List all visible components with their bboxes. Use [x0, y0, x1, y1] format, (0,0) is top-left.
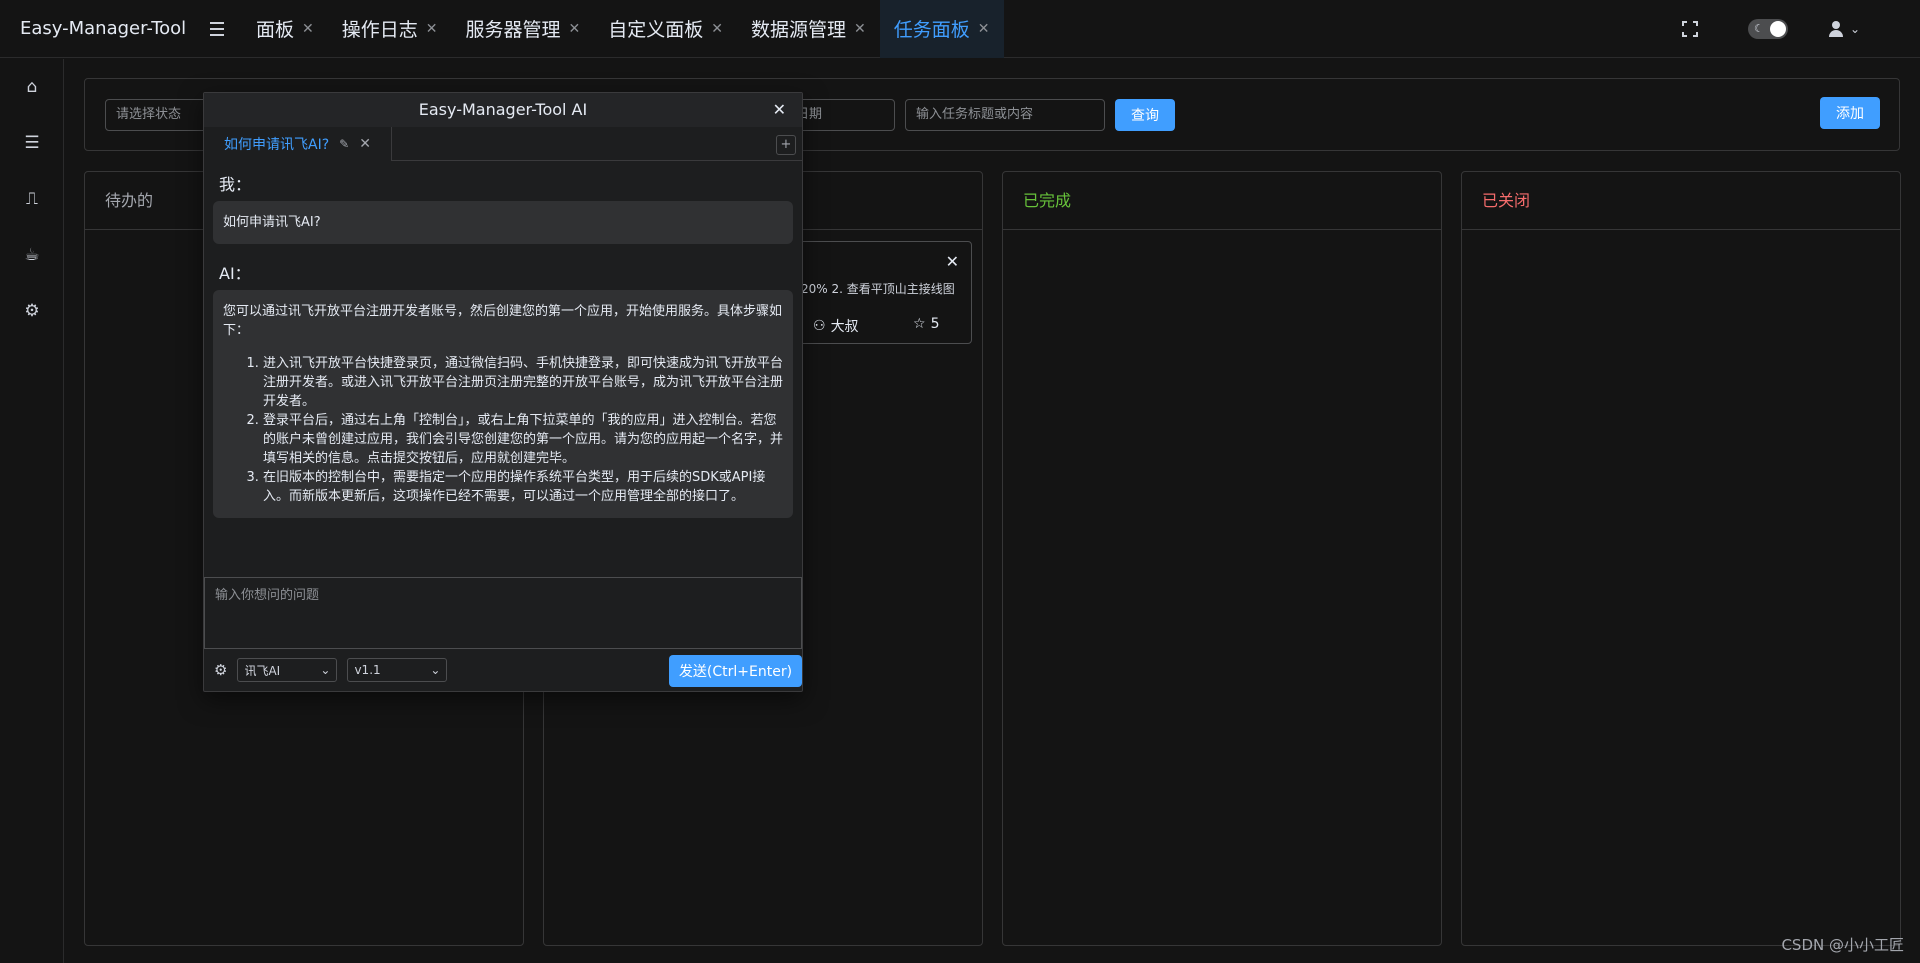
ai-dialog: Easy-Manager-Tool AI ✕ 如何申请讯飞AI? ✎ ✕ + 我… [203, 92, 803, 692]
query-button[interactable]: 查询 [1115, 99, 1175, 131]
watermark: CSDN @小小工匠 [1781, 936, 1904, 954]
gear-icon[interactable]: ⚙ [0, 283, 64, 339]
add-tab-icon[interactable]: + [776, 135, 796, 155]
ai-tab-bar: 如何申请讯飞AI? ✎ ✕ + [204, 127, 802, 161]
close-icon[interactable]: ✕ [854, 21, 866, 37]
user-outline-icon: ⚇ [813, 318, 826, 334]
tab-label: 面板 [256, 19, 295, 41]
close-icon[interactable]: ✕ [711, 21, 723, 37]
monitor-icon[interactable]: ⎍ [0, 171, 64, 227]
star-icon: ☆ [913, 316, 926, 332]
task-stars: ☆ 5 [913, 316, 939, 332]
question-input[interactable]: 输入你想问的问题 [204, 577, 802, 649]
close-icon[interactable]: ✕ [359, 136, 371, 152]
ai-tab-label: 如何申请讯飞AI? [224, 137, 330, 153]
ai-step: 登录平台后，通过右上角「控制台」，或右上角下拉菜单的「我的应用」进入控制台。若您… [263, 411, 783, 468]
column-done: 已完成 [1002, 171, 1442, 946]
send-button[interactable]: 发送(Ctrl+Enter) [669, 655, 802, 687]
fullscreen-icon[interactable] [1681, 21, 1698, 37]
user-message: 如何申请讯飞AI? [213, 201, 793, 244]
version-select-value: v1.1 [354, 663, 381, 677]
ai-dialog-title: Easy-Manager-Tool AI [418, 100, 588, 119]
owner-name: 大叔 [830, 319, 859, 335]
close-icon[interactable]: ✕ [946, 252, 959, 271]
add-button[interactable]: 添加 [1820, 97, 1880, 129]
ai-step: 进入讯飞开放平台快捷登录页，通过微信扫码、手机快捷登录，即可快速成为讯飞开放平台… [263, 354, 783, 411]
top-bar: Easy-Manager-Tool 面板 ✕ 操作日志 ✕ 服务器管理 ✕ 自定义面板… [0, 0, 1920, 58]
tab-label: 自定义面板 [608, 19, 704, 41]
tab-custom-panel[interactable]: 自定义面板 ✕ [594, 0, 737, 58]
tab-label: 服务器管理 [465, 19, 561, 41]
close-icon[interactable]: ✕ [426, 21, 438, 37]
close-icon[interactable]: ✕ [569, 21, 581, 37]
task-content: 20% 2. 查看平顶山主接线图 [801, 282, 955, 296]
ai-steps-list: 进入讯飞开放平台快捷登录页，通过微信扫码、手机快捷登录，即可快速成为讯飞开放平台… [223, 354, 783, 506]
menu-toggle-icon[interactable] [200, 0, 234, 58]
chevron-down-icon: ⌄ [320, 663, 331, 677]
ai-footer: ⚙ 讯飞AI ⌄ v1.1 ⌄ 发送(Ctrl+Enter) [204, 649, 802, 691]
version-select[interactable]: v1.1 ⌄ [347, 658, 448, 682]
user-speaker-label: 我： [219, 175, 252, 194]
tab-label: 任务面板 [893, 19, 970, 41]
ai-message-intro: 您可以通过讯飞开放平台注册开发者账号，然后创建您的第一个应用，开始使用服务。具体… [223, 304, 783, 338]
column-closed: 已关闭 [1461, 171, 1901, 946]
server-icon[interactable]: ☰ [0, 115, 64, 171]
tab-task-panel[interactable]: 任务面板 ✕ [879, 0, 1004, 58]
gear-icon[interactable]: ⚙ [214, 661, 227, 679]
chevron-down-icon: ⌄ [1849, 22, 1860, 36]
coffee-icon[interactable]: ☕ [0, 227, 64, 283]
keyword-input[interactable]: 输入任务标题或内容 [905, 99, 1105, 131]
ai-dialog-header: Easy-Manager-Tool AI ✕ [204, 93, 802, 127]
home-icon[interactable]: ⌂ [0, 59, 64, 115]
tab-label: 数据源管理 [751, 19, 847, 41]
close-icon[interactable]: ✕ [773, 93, 786, 127]
app-title: Easy-Manager-Tool [20, 18, 187, 39]
theme-toggle[interactable]: ☾ [1747, 19, 1788, 39]
task-owner: ⚇ 大叔 [813, 316, 859, 336]
tab-bar: 面板 ✕ 操作日志 ✕ 服务器管理 ✕ 自定义面板 ✕ 数据源管理 ✕ 任务面板 ✕ [242, 0, 1004, 58]
sidebar: ⌂ ☰ ⎍ ☕ ⚙ [0, 59, 64, 963]
user-icon [1828, 21, 1844, 37]
model-select-value: 讯飞AI [244, 663, 281, 678]
edit-icon[interactable]: ✎ [339, 137, 349, 151]
ai-message: 您可以通过讯飞开放平台注册开发者账号，然后创建您的第一个应用，开始使用服务。具体… [213, 290, 793, 518]
column-title: 已完成 [1003, 172, 1441, 230]
user-menu[interactable]: ⌄ [1828, 21, 1860, 37]
close-icon[interactable]: ✕ [302, 21, 314, 37]
toggle-knob [1769, 21, 1786, 37]
close-icon[interactable]: ✕ [978, 21, 990, 37]
ai-step: 在旧版本的控制台中，需要指定一个应用的操作系统平台类型，用于后续的SDK或API… [263, 468, 783, 506]
tab-operation-log[interactable]: 操作日志 ✕ [328, 0, 452, 58]
tab-server-management[interactable]: 服务器管理 ✕ [452, 0, 595, 58]
moon-icon: ☾ [1753, 22, 1764, 35]
tab-dashboard[interactable]: 面板 ✕ [242, 0, 328, 58]
tab-datasource-management[interactable]: 数据源管理 ✕ [737, 0, 880, 58]
tab-label: 操作日志 [341, 19, 418, 41]
column-title: 已关闭 [1462, 172, 1900, 230]
ai-chat-tab[interactable]: 如何申请讯飞AI? ✎ ✕ [204, 127, 392, 161]
ai-speaker-label: AI： [219, 264, 251, 283]
chat-body: 我： 如何申请讯飞AI? AI： 您可以通过讯飞开放平台注册开发者账号，然后创建… [204, 161, 802, 567]
star-count: 5 [930, 316, 940, 332]
model-select[interactable]: 讯飞AI ⌄ [237, 658, 338, 682]
chevron-down-icon: ⌄ [430, 663, 441, 677]
